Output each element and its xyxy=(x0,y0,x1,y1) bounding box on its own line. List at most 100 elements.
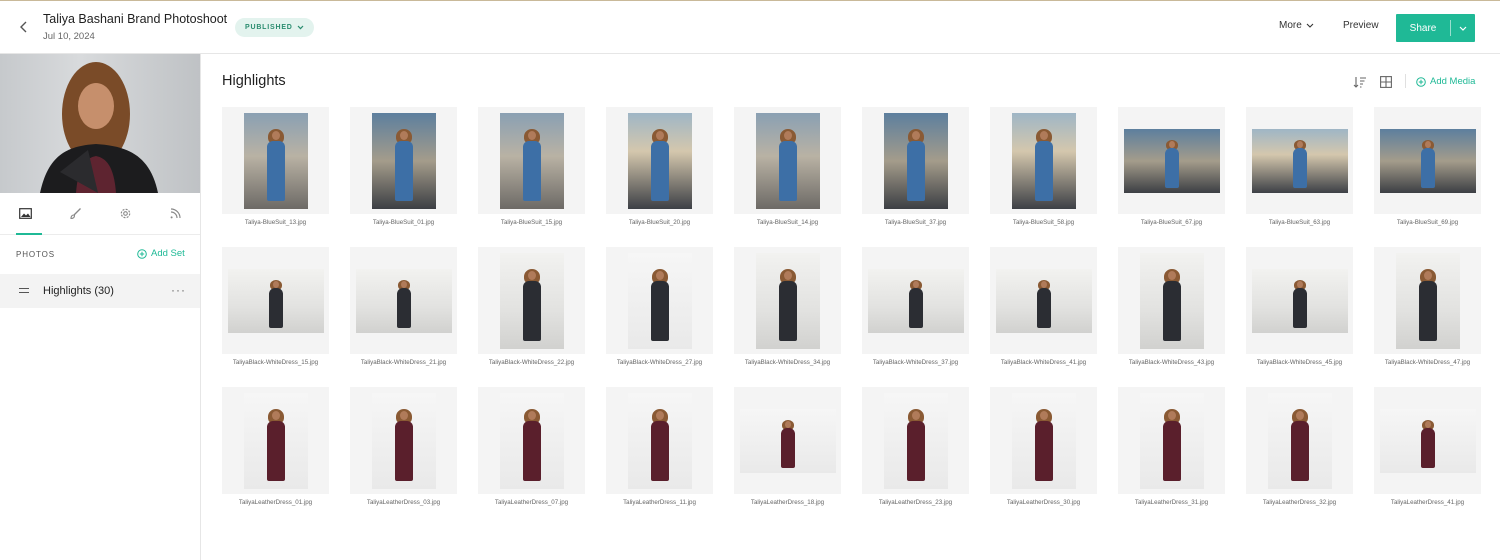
photo-item: TaliyaBlack-WhiteDress_41.jpg xyxy=(990,247,1097,387)
photo-thumbnail[interactable] xyxy=(1374,247,1481,354)
photo-thumbnail[interactable] xyxy=(862,387,969,494)
photo-thumbnail[interactable] xyxy=(990,247,1097,354)
preview-button[interactable]: Preview xyxy=(1343,20,1379,31)
photo-thumbnail[interactable] xyxy=(606,387,713,494)
photo-thumbnail[interactable] xyxy=(734,247,841,354)
status-badge-label: PUBLISHED xyxy=(245,24,293,31)
photo-filename: Taliya-BlueSuit_01.jpg xyxy=(372,219,435,226)
status-badge[interactable]: PUBLISHED xyxy=(235,18,314,37)
photo-thumbnail[interactable] xyxy=(862,107,969,214)
photo-thumbnail[interactable] xyxy=(734,107,841,214)
chevron-down-icon xyxy=(1306,23,1314,28)
sidebar-tabs xyxy=(0,193,200,235)
tab-activity[interactable] xyxy=(150,193,200,234)
tab-design[interactable] xyxy=(50,193,100,234)
photo-filename: Taliya-BlueSuit_37.jpg xyxy=(884,219,947,226)
cover-photo[interactable] xyxy=(0,54,200,193)
photo-thumbnail[interactable] xyxy=(1246,387,1353,494)
photo-image xyxy=(1379,408,1476,473)
photo-image xyxy=(739,408,836,473)
share-button-group: Share xyxy=(1396,14,1475,42)
photo-filename: TaliyaBlack-WhiteDress_43.jpg xyxy=(1128,359,1215,366)
add-media-button[interactable]: Add Media xyxy=(1416,76,1475,87)
photo-filename: Taliya-BlueSuit_15.jpg xyxy=(500,219,563,226)
photo-filename: TaliyaBlack-WhiteDress_45.jpg xyxy=(1256,359,1343,366)
share-options-button[interactable] xyxy=(1451,26,1475,31)
photo-image xyxy=(243,112,308,209)
photo-thumbnail[interactable] xyxy=(350,107,457,214)
photo-thumbnail[interactable] xyxy=(478,387,585,494)
tab-settings[interactable] xyxy=(100,193,150,234)
photo-filename: TaliyaLeatherDress_30.jpg xyxy=(1006,499,1081,506)
photo-thumbnail[interactable] xyxy=(478,247,585,354)
set-title: Highlights xyxy=(222,73,286,89)
photo-item: TaliyaBlack-WhiteDress_43.jpg xyxy=(1118,247,1225,387)
photo-thumbnail[interactable] xyxy=(350,247,457,354)
photo-thumbnail[interactable] xyxy=(862,247,969,354)
photo-thumbnail[interactable] xyxy=(606,107,713,214)
photo-filename: Taliya-BlueSuit_69.jpg xyxy=(1396,219,1459,226)
tab-photos[interactable] xyxy=(0,193,50,235)
photo-thumbnail[interactable] xyxy=(1246,247,1353,354)
photo-thumbnail[interactable] xyxy=(1118,247,1225,354)
photo-thumbnail[interactable] xyxy=(990,387,1097,494)
photo-image xyxy=(867,268,964,333)
photo-filename: Taliya-BlueSuit_13.jpg xyxy=(244,219,307,226)
photo-thumbnail[interactable] xyxy=(734,387,841,494)
photo-thumbnail[interactable] xyxy=(990,107,1097,214)
photo-thumbnail[interactable] xyxy=(606,247,713,354)
photo-thumbnail[interactable] xyxy=(1374,107,1481,214)
set-item-label: Highlights (30) xyxy=(43,285,114,297)
photo-thumbnail[interactable] xyxy=(1246,107,1353,214)
share-button[interactable]: Share xyxy=(1396,23,1450,34)
photo-item: TaliyaBlack-WhiteDress_45.jpg xyxy=(1246,247,1353,387)
photo-thumbnail[interactable] xyxy=(1374,387,1481,494)
photo-item: Taliya-BlueSuit_15.jpg xyxy=(478,107,585,247)
drag-handle-icon[interactable] xyxy=(19,288,29,293)
photo-image xyxy=(499,392,564,489)
photo-filename: TaliyaLeatherDress_32.jpg xyxy=(1262,499,1337,506)
photo-filename: TaliyaLeatherDress_11.jpg xyxy=(623,499,696,506)
photo-item: Taliya-BlueSuit_20.jpg xyxy=(606,107,713,247)
sort-icon[interactable] xyxy=(1352,74,1368,90)
photo-image xyxy=(883,392,948,489)
photo-filename: TaliyaBlack-WhiteDress_37.jpg xyxy=(872,359,959,366)
photo-item: TaliyaLeatherDress_41.jpg xyxy=(1374,387,1481,527)
photo-image xyxy=(627,252,692,349)
photo-filename: TaliyaBlack-WhiteDress_34.jpg xyxy=(744,359,831,366)
plus-circle-icon xyxy=(1416,76,1426,87)
set-item-highlights[interactable]: Highlights (30) ··· xyxy=(0,274,200,308)
chevron-down-icon xyxy=(297,25,304,30)
grid-icon[interactable] xyxy=(1378,74,1394,90)
photo-image xyxy=(755,112,820,209)
more-menu-button[interactable]: More xyxy=(1279,20,1314,31)
photo-image xyxy=(1011,392,1076,489)
photo-filename: TaliyaBlack-WhiteDress_47.jpg xyxy=(1384,359,1471,366)
photo-thumbnail[interactable] xyxy=(478,107,585,214)
photo-thumbnail[interactable] xyxy=(222,387,329,494)
back-icon[interactable] xyxy=(14,17,34,37)
photo-thumbnail[interactable] xyxy=(222,247,329,354)
photo-item: Taliya-BlueSuit_69.jpg xyxy=(1374,107,1481,247)
photo-image xyxy=(1123,128,1220,193)
photo-item: Taliya-BlueSuit_37.jpg xyxy=(862,107,969,247)
photo-image xyxy=(1379,128,1476,193)
photo-item: TaliyaLeatherDress_32.jpg xyxy=(1246,387,1353,527)
photo-filename: TaliyaLeatherDress_23.jpg xyxy=(878,499,953,506)
add-set-button[interactable]: Add Set xyxy=(137,248,185,259)
photo-image xyxy=(627,392,692,489)
photo-thumbnail[interactable] xyxy=(350,387,457,494)
photo-filename: TaliyaBlack-WhiteDress_21.jpg xyxy=(360,359,447,366)
photo-thumbnail[interactable] xyxy=(1118,107,1225,214)
add-set-label: Add Set xyxy=(151,248,185,259)
photo-filename: TaliyaLeatherDress_31.jpg xyxy=(1134,499,1209,506)
photo-item: TaliyaBlack-WhiteDress_15.jpg xyxy=(222,247,329,387)
photo-image xyxy=(1011,112,1076,209)
photo-item: Taliya-BlueSuit_58.jpg xyxy=(990,107,1097,247)
photo-thumbnail[interactable] xyxy=(222,107,329,214)
photo-image xyxy=(995,268,1092,333)
more-dots-icon[interactable]: ··· xyxy=(171,283,186,297)
photo-thumbnail[interactable] xyxy=(1118,387,1225,494)
photo-image xyxy=(1139,392,1204,489)
photo-image xyxy=(371,392,436,489)
